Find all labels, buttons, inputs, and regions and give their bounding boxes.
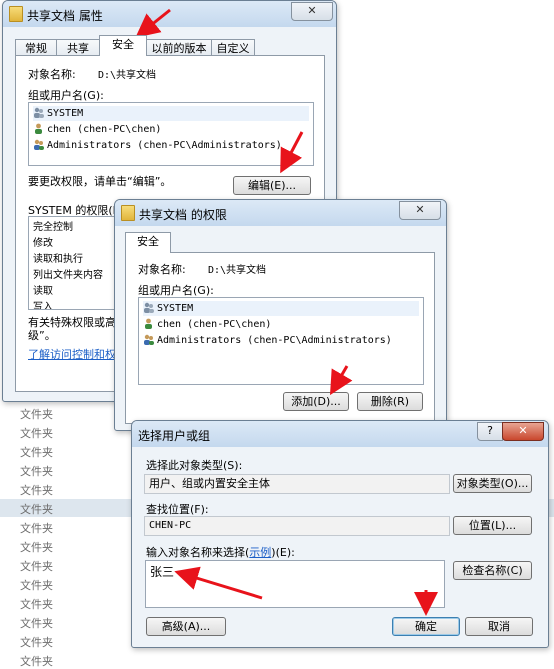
group-label: 组或用户名(G): [28,89,104,102]
list-item[interactable]: chen (chen-PC\chen) [143,317,271,332]
users-icon [143,334,154,345]
enter-names-label: 输入对象名称来选择(示例)(E): [146,546,295,559]
list-item: 读取 [33,286,53,297]
user-icon [143,318,154,329]
object-type-field: 用户、组或内置安全主体 [144,474,450,494]
user-icon [33,123,44,134]
list-item[interactable]: SYSTEM [33,106,309,121]
window-title: 共享文档 的权限 [139,208,227,222]
object-name-value: D:\共享文档 [208,265,267,276]
close-icon: ✕ [518,424,528,437]
list-item[interactable]: Administrators (chen-PC\Administrators) [33,138,282,153]
window-title: 选择用户或组 [138,429,211,443]
check-names-button[interactable]: 检查名称(C) [453,561,532,580]
title-bar[interactable]: 选择用户或组 ? ✕ [132,421,548,447]
object-name-label: 对象名称: [28,68,76,81]
location-label: 查找位置(F): [146,503,209,516]
group-label: 组或用户名(G): [138,284,214,297]
object-type-label: 选择此对象类型(S): [146,459,243,472]
close-button[interactable]: ✕ [399,201,441,220]
edit-button[interactable]: 编辑(E)... [233,176,311,195]
advanced-button[interactable]: 高级(A)... [146,617,226,636]
window-title: 共享文档 属性 [27,9,103,23]
permissions-window: 共享文档 的权限 ✕ 安全 对象名称: D:\共享文档 组或用户名(G): SY… [114,199,447,431]
list-item: 写入 [33,302,53,310]
add-button[interactable]: 添加(D)... [283,392,349,411]
users-icon [33,107,44,118]
change-hint: 要更改权限，请单击“编辑”。 [28,175,172,188]
list-item: 列出文件夹内容 [33,270,103,281]
object-names-input[interactable]: 张三 [145,560,445,608]
remove-button[interactable]: 删除(R) [357,392,423,411]
close-icon: ✕ [307,4,317,17]
locations-button[interactable]: 位置(L)... [453,516,532,535]
ok-button[interactable]: 确定 [392,617,460,636]
folder-icon [9,6,23,22]
user-list[interactable]: SYSTEM chen (chen-PC\chen) Administrator… [138,297,424,385]
user-list[interactable]: SYSTEM chen (chen-PC\chen) Administrator… [28,102,314,166]
close-button[interactable]: ✕ [291,2,333,21]
location-field: CHEN-PC [144,516,450,536]
close-button[interactable]: ✕ [502,422,544,441]
tab-security[interactable]: 安全 [125,232,171,253]
folder-icon [121,205,135,221]
tab-security[interactable]: 安全 [99,35,147,56]
title-bar[interactable]: 共享文档 的权限 ✕ [115,200,446,226]
list-item: 读取和执行 [33,254,83,265]
users-icon [33,139,44,150]
cancel-button[interactable]: 取消 [465,617,533,636]
list-item[interactable]: SYSTEM [143,301,419,316]
learn-access-control-link[interactable]: 了解访问控制和权 [28,346,116,362]
special-permission-text-cont: 级”。 [28,329,56,342]
object-name-label: 对象名称: [138,263,186,276]
close-icon: ✕ [415,203,425,216]
title-bar[interactable]: 共享文档 属性 ✕ [3,1,336,27]
security-panel: 对象名称: D:\共享文档 组或用户名(G): SYSTEM chen (che… [125,252,435,424]
select-users-window: 选择用户或组 ? ✕ 选择此对象类型(S): 用户、组或内置安全主体 对象类型(… [131,420,549,648]
help-button[interactable]: ? [477,422,503,441]
examples-link[interactable]: 示例 [249,546,271,559]
list-item: 修改 [33,238,53,249]
list-item[interactable]: chen (chen-PC\chen) [33,122,161,137]
object-types-button[interactable]: 对象类型(O)... [453,474,532,493]
list-item: 完全控制 [33,222,73,233]
users-icon [143,302,154,313]
object-name-value: D:\共享文档 [98,70,157,81]
list-item[interactable]: Administrators (chen-PC\Administrators) [143,333,392,348]
